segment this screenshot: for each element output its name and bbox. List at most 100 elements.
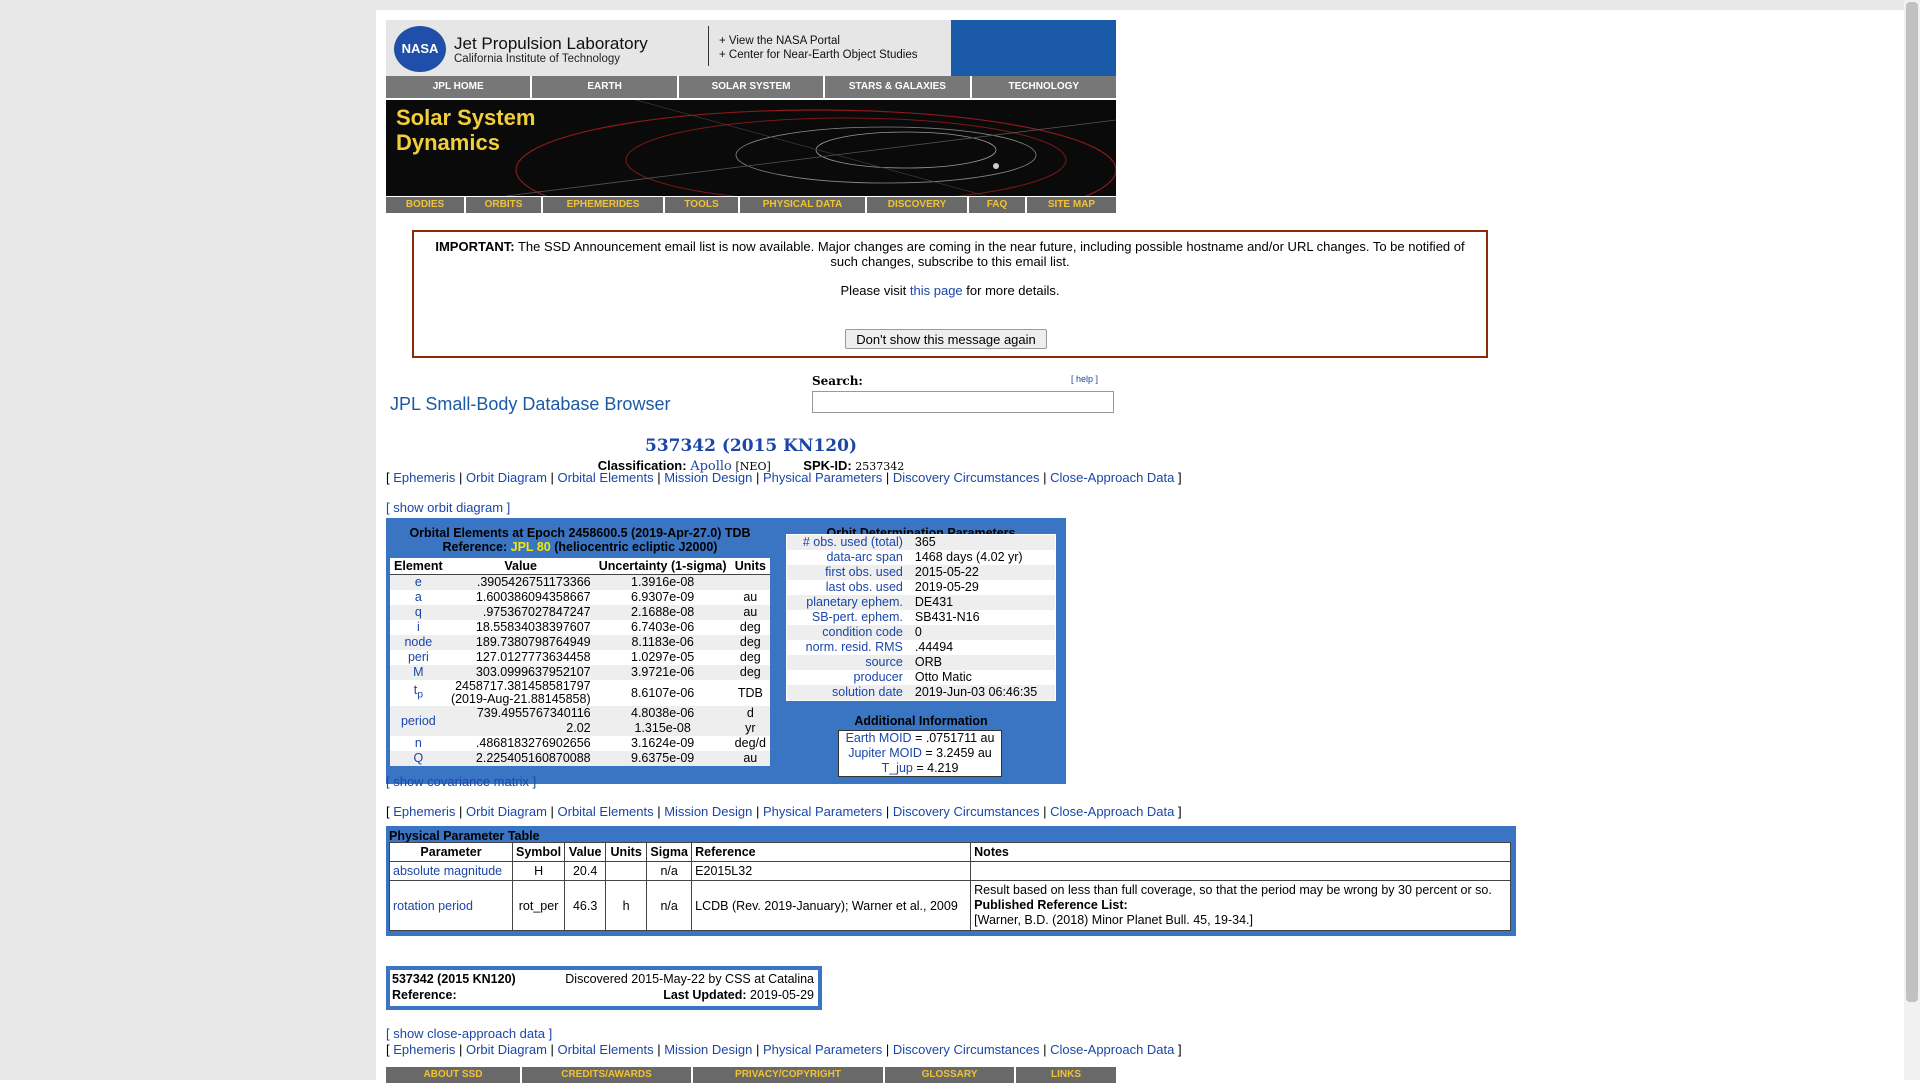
tab-orbital-elements[interactable]: Orbital Elements bbox=[558, 1042, 654, 1057]
cell-unit: deg bbox=[739, 650, 761, 664]
nav-ephemerides[interactable]: EPHEMERIDES bbox=[543, 197, 663, 213]
param-absolute-magnitude[interactable]: absolute magnitude bbox=[389, 861, 513, 881]
footer-credits[interactable]: CREDITS/AWARDS bbox=[522, 1067, 691, 1083]
scrollbar-thumb[interactable] bbox=[1906, 2, 1918, 1002]
od-key[interactable]: norm. resid. RMS bbox=[787, 640, 909, 655]
tab-physical-parameters[interactable]: Physical Parameters bbox=[763, 470, 882, 485]
tab-ephemeris[interactable]: Ephemeris bbox=[393, 804, 455, 819]
tab-mission-design[interactable]: Mission Design bbox=[664, 470, 752, 485]
tab-orbit-diagram[interactable]: Orbit Diagram bbox=[466, 470, 547, 485]
table-row: i 18.55834038397607 6.7403e-06 deg bbox=[390, 620, 770, 635]
tab-discovery-circumstances[interactable]: Discovery Circumstances bbox=[893, 804, 1040, 819]
element-node[interactable]: node bbox=[390, 635, 447, 650]
od-key[interactable]: last obs. used bbox=[787, 580, 909, 595]
search-input[interactable] bbox=[812, 391, 1114, 413]
help-link[interactable]: [ help ] bbox=[1071, 374, 1098, 384]
nav-solar-system[interactable]: SOLAR SYSTEM bbox=[678, 76, 824, 98]
nasa-logo[interactable]: NASA bbox=[394, 26, 446, 72]
element-i[interactable]: i bbox=[390, 620, 447, 635]
search-label: Search: bbox=[812, 374, 863, 388]
od-key[interactable]: source bbox=[786, 655, 909, 670]
tab-close-approach-data[interactable]: Close-Approach Data bbox=[1050, 1042, 1174, 1057]
footer-glossary[interactable]: GLOSSARY bbox=[885, 1067, 1014, 1083]
nav-orbits[interactable]: ORBITS bbox=[466, 197, 541, 213]
element-peri[interactable]: peri bbox=[390, 650, 447, 665]
od-value: 1468 days (4.02 yr) bbox=[914, 550, 1023, 564]
element-q-aphelion[interactable]: Q bbox=[390, 751, 447, 766]
tab-orbital-elements[interactable]: Orbital Elements bbox=[558, 470, 654, 485]
announcement-text: IMPORTANT: The SSD Announcement email li… bbox=[432, 239, 1468, 269]
announcement-body: The SSD Announcement email list is now a… bbox=[517, 239, 1465, 269]
tab-mission-design[interactable]: Mission Design bbox=[664, 804, 752, 819]
cell-unit bbox=[730, 574, 770, 590]
footer-privacy[interactable]: PRIVACY/COPYRIGHT bbox=[693, 1067, 883, 1083]
tab-discovery-circumstances[interactable]: Discovery Circumstances bbox=[893, 470, 1040, 485]
tab-orbit-diagram[interactable]: Orbit Diagram bbox=[466, 804, 547, 819]
nav-bodies[interactable]: BODIES bbox=[386, 197, 464, 213]
table-row: peri 127.0127773634458 1.0297e-05 deg bbox=[390, 650, 770, 665]
tab-discovery-circumstances[interactable]: Discovery Circumstances bbox=[893, 1042, 1040, 1057]
object-title: 537342 (2015 KN120) bbox=[644, 436, 857, 456]
tjup-link[interactable]: T_jup bbox=[882, 761, 913, 775]
tab-physical-parameters[interactable]: Physical Parameters bbox=[763, 804, 882, 819]
od-key[interactable]: first obs. used bbox=[786, 565, 909, 580]
tab-physical-parameters[interactable]: Physical Parameters bbox=[763, 1042, 882, 1057]
nav-physical-data[interactable]: PHYSICAL DATA bbox=[740, 197, 865, 213]
show-orbit-diagram-link[interactable]: [ show orbit diagram ] bbox=[386, 500, 510, 515]
tab-close-approach-data[interactable]: Close-Approach Data bbox=[1050, 804, 1174, 819]
footer-about-ssd[interactable]: ABOUT SSD bbox=[386, 1067, 520, 1083]
show-covariance-link[interactable]: [ show covariance matrix ] bbox=[386, 774, 536, 789]
earth-moid-link[interactable]: Earth MOID bbox=[846, 731, 912, 745]
param-rotation-period[interactable]: rotation period bbox=[389, 880, 513, 931]
tab-close-approach-data[interactable]: Close-Approach Data bbox=[1050, 470, 1174, 485]
od-key[interactable]: # obs. used (total) bbox=[786, 534, 909, 550]
table-row: tp 2458717.381458581797 (2019-Aug-21.88145… bbox=[390, 680, 770, 706]
tab-ephemeris[interactable]: Ephemeris bbox=[393, 1042, 455, 1057]
od-key[interactable]: solution date bbox=[786, 685, 909, 701]
tab-orbit-diagram[interactable]: Orbit Diagram bbox=[466, 1042, 547, 1057]
nav-tools[interactable]: TOOLS bbox=[665, 197, 738, 213]
jpl-header: NASA Jet Propulsion Laboratory Californi… bbox=[386, 20, 1116, 76]
nav-discovery[interactable]: DISCOVERY bbox=[867, 197, 967, 213]
element-e[interactable]: e bbox=[390, 574, 447, 590]
element-tp[interactable]: tp bbox=[390, 680, 447, 706]
cell-value: 2458717.381458581797 (2019-Aug-21.8814585… bbox=[447, 680, 595, 706]
jpl-solution-link[interactable]: JPL 80 bbox=[511, 540, 551, 554]
nav-faq[interactable]: FAQ bbox=[969, 197, 1025, 213]
element-period[interactable]: period bbox=[390, 706, 447, 736]
page-title[interactable]: JPL Small-Body Database Browser bbox=[390, 394, 670, 415]
tab-ephemeris[interactable]: Ephemeris bbox=[393, 470, 455, 485]
nasa-portal-link[interactable]: + View the NASA Portal bbox=[719, 34, 917, 48]
element-a[interactable]: a bbox=[390, 590, 447, 605]
nav-jpl-home[interactable]: JPL HOME bbox=[386, 76, 531, 98]
cell-symbol: rot_per bbox=[511, 880, 566, 931]
od-key[interactable]: SB-pert. ephem. bbox=[787, 610, 909, 625]
cell-unit: au bbox=[730, 751, 770, 766]
od-key[interactable]: planetary ephem. bbox=[786, 595, 909, 610]
cell-value: 1.600386094358667 bbox=[475, 590, 591, 604]
element-n[interactable]: n bbox=[390, 736, 447, 751]
discovery-object-name: 537342 (2015 KN120) bbox=[392, 972, 516, 986]
org-name[interactable]: Jet Propulsion Laboratory bbox=[454, 34, 648, 54]
tab-mission-design[interactable]: Mission Design bbox=[664, 1042, 752, 1057]
tab-orbital-elements[interactable]: Orbital Elements bbox=[558, 804, 654, 819]
scrollbar[interactable] bbox=[1904, 0, 1920, 1080]
jupiter-moid-link[interactable]: Jupiter MOID bbox=[848, 746, 922, 760]
element-m[interactable]: M bbox=[390, 665, 447, 680]
od-key[interactable]: data-arc span bbox=[787, 550, 909, 565]
element-q[interactable]: q bbox=[390, 605, 447, 620]
cell-value: 2.225405160870088 bbox=[446, 751, 595, 766]
dismiss-message-button[interactable]: Don't show this message again bbox=[845, 329, 1047, 349]
nav-earth[interactable]: EARTH bbox=[532, 76, 677, 98]
footer-links[interactable]: LINKS bbox=[1016, 1067, 1116, 1083]
neo-center-link[interactable]: + Center for Near-Earth Object Studies bbox=[719, 48, 917, 62]
this-page-link[interactable]: this page bbox=[910, 283, 963, 298]
period-years: 2.02 bbox=[566, 721, 591, 735]
show-close-approach-link[interactable]: [ show close-approach data ] bbox=[386, 1026, 552, 1041]
nav-stars-galaxies[interactable]: STARS & GALAXIES bbox=[825, 76, 970, 98]
od-key[interactable]: producer bbox=[787, 670, 909, 685]
od-key[interactable]: condition code bbox=[786, 625, 909, 640]
nav-site-map[interactable]: SITE MAP bbox=[1027, 197, 1116, 213]
table-row: last obs. used 2019-05-29 bbox=[787, 580, 1056, 595]
nav-technology[interactable]: TECHNOLOGY bbox=[971, 76, 1117, 98]
